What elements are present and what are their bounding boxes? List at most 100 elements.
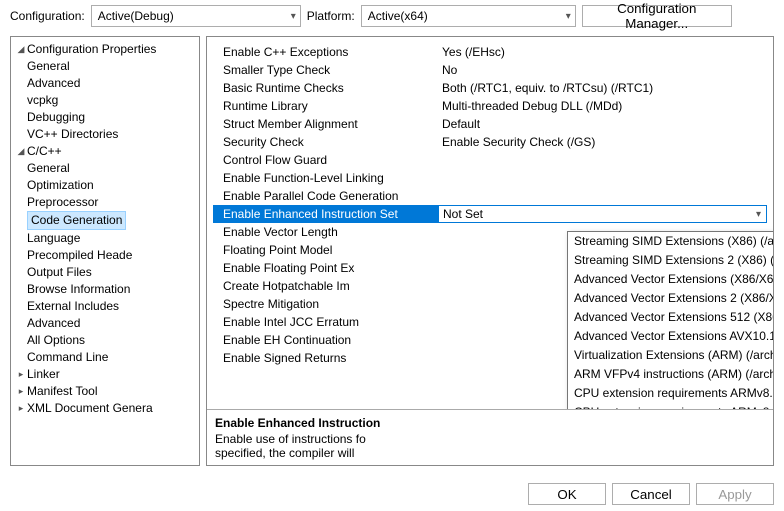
platform-value: Active(x64)	[368, 9, 428, 23]
chevron-down-icon: ◢	[15, 143, 27, 160]
tree-item-label: Language	[27, 230, 80, 247]
property-row[interactable]: Control Flow Guard	[213, 151, 767, 169]
tree-item-label: Command Line	[27, 349, 108, 366]
tree-item-label: General	[27, 160, 70, 177]
property-row[interactable]: Enable Function-Level Linking	[213, 169, 767, 187]
tree-item-label: Debugging	[27, 109, 85, 126]
tree-item-label: VC++ Directories	[27, 126, 118, 143]
tree-item[interactable]: ▸Linker	[11, 366, 199, 383]
tree-item[interactable]: ▸XML Document Genera	[11, 400, 199, 417]
property-pane: Enable C++ ExceptionsYes (/EHsc)Smaller …	[206, 36, 774, 466]
property-value[interactable]: Yes (/EHsc)	[438, 45, 767, 59]
tree-item[interactable]: Debugging	[11, 109, 199, 126]
property-row[interactable]: Basic Runtime ChecksBoth (/RTC1, equiv. …	[213, 79, 767, 97]
tree-item[interactable]: All Options	[11, 332, 199, 349]
chevron-down-icon: ▾	[291, 11, 296, 22]
property-name: Enable C++ Exceptions	[213, 45, 438, 59]
configuration-combo[interactable]: Active(Debug) ▾	[91, 5, 301, 27]
tree-item[interactable]: VC++ Directories	[11, 126, 199, 143]
tree-item[interactable]: Advanced	[11, 75, 199, 92]
tree-item[interactable]: Preprocessor	[11, 194, 199, 211]
chevron-right-icon: ▸	[15, 400, 27, 417]
property-value[interactable]: Default	[438, 117, 767, 131]
ok-button[interactable]: OK	[528, 483, 606, 505]
dropdown-option[interactable]: Advanced Vector Extensions AVX10.1 (X86/…	[568, 327, 773, 346]
tree-item-label: External Includes	[27, 298, 119, 315]
tree-item[interactable]: Language	[11, 230, 199, 247]
platform-label: Platform:	[307, 9, 355, 23]
platform-combo[interactable]: Active(x64) ▾	[361, 5, 576, 27]
tree-item-label: C/C++	[27, 143, 62, 160]
tree-item[interactable]: ▸Manifest Tool	[11, 383, 199, 400]
property-row[interactable]: Enable C++ ExceptionsYes (/EHsc)	[213, 43, 767, 61]
description-title: Enable Enhanced Instruction	[215, 416, 765, 430]
property-value[interactable]: Both (/RTC1, equiv. to /RTCsu) (/RTC1)	[438, 81, 767, 95]
tree-item-label: Preprocessor	[27, 194, 98, 211]
dropdown-option[interactable]: Streaming SIMD Extensions (X86) (/arch:S…	[568, 232, 773, 251]
chevron-down-icon: ▾	[566, 11, 571, 22]
property-name: Enable Floating Point Ex	[213, 261, 438, 275]
dropdown-option[interactable]: Advanced Vector Extensions 2 (X86/X64) (…	[568, 289, 773, 308]
dropdown-option[interactable]: CPU extension requirements ARMv8.0-A (AR…	[568, 384, 773, 403]
tree-item[interactable]: Advanced	[11, 315, 199, 332]
property-name: Enable Intel JCC Erratum	[213, 315, 438, 329]
configuration-manager-button[interactable]: Configuration Manager...	[582, 5, 732, 27]
dropdown-option[interactable]: ARM VFPv4 instructions (ARM) (/arch:VFPv…	[568, 365, 773, 384]
property-value[interactable]: Multi-threaded Debug DLL (/MDd)	[438, 99, 767, 113]
apply-button[interactable]: Apply	[696, 483, 774, 505]
property-row[interactable]: Enable Parallel Code Generation	[213, 187, 767, 205]
description-body2: specified, the compiler will	[215, 446, 765, 460]
property-row[interactable]: Struct Member AlignmentDefault	[213, 115, 767, 133]
tree-item[interactable]: Command Line	[11, 349, 199, 366]
property-name: Enable EH Continuation	[213, 333, 438, 347]
tree-item-label: Browse Information	[27, 281, 130, 298]
dropdown-option[interactable]: Advanced Vector Extensions (X86/X64) (/a…	[568, 270, 773, 289]
tree-root[interactable]: ◢Configuration Properties	[11, 41, 199, 58]
configuration-value: Active(Debug)	[98, 9, 174, 23]
tree-item-label: General	[27, 58, 70, 75]
chevron-right-icon: ▸	[15, 366, 27, 383]
chevron-down-icon: ▾	[753, 209, 764, 220]
tree-item[interactable]: Code Generation	[11, 211, 199, 230]
property-name: Enable Vector Length	[213, 225, 438, 239]
tree-item-label: Output Files	[27, 264, 92, 281]
instruction-set-dropdown[interactable]: Streaming SIMD Extensions (X86) (/arch:S…	[567, 231, 773, 409]
property-row[interactable]: Security CheckEnable Security Check (/GS…	[213, 133, 767, 151]
property-name: Enable Parallel Code Generation	[213, 189, 438, 203]
tree-item[interactable]: Output Files	[11, 264, 199, 281]
property-name: Smaller Type Check	[213, 63, 438, 77]
tree-item-label: vcpkg	[27, 92, 58, 109]
property-name: Create Hotpatchable Im	[213, 279, 438, 293]
tree-item[interactable]: Precompiled Heade	[11, 247, 199, 264]
property-row[interactable]: Enable Enhanced Instruction SetNot Set▾	[213, 205, 767, 223]
property-name: Struct Member Alignment	[213, 117, 438, 131]
configuration-label: Configuration:	[10, 9, 85, 23]
tree-item[interactable]: vcpkg	[11, 92, 199, 109]
tree-item[interactable]: General	[11, 160, 199, 177]
property-value[interactable]: Enable Security Check (/GS)	[438, 135, 767, 149]
property-row[interactable]: Smaller Type CheckNo	[213, 61, 767, 79]
chevron-right-icon: ▸	[15, 383, 27, 400]
property-row[interactable]: Runtime LibraryMulti-threaded Debug DLL …	[213, 97, 767, 115]
property-name: Security Check	[213, 135, 438, 149]
tree-item-label: Precompiled Heade	[27, 247, 132, 264]
tree-cc[interactable]: ◢C/C++	[11, 143, 199, 160]
dropdown-option[interactable]: Advanced Vector Extensions 512 (X86/X64)…	[568, 308, 773, 327]
property-value[interactable]: Not Set▾	[438, 205, 767, 223]
dropdown-option[interactable]: Virtualization Extensions (ARM) (/arch:A…	[568, 346, 773, 365]
dropdown-option[interactable]: CPU extension requirements ARMv8.1-A (AR…	[568, 403, 773, 409]
tree-item[interactable]: External Includes	[11, 298, 199, 315]
tree-item-label: Configuration Properties	[27, 41, 156, 58]
tree-item[interactable]: General	[11, 58, 199, 75]
cancel-button[interactable]: Cancel	[612, 483, 690, 505]
property-grid: Enable C++ ExceptionsYes (/EHsc)Smaller …	[207, 37, 773, 409]
tree-item[interactable]: Optimization	[11, 177, 199, 194]
tree-pane: ◢Configuration PropertiesGeneralAdvanced…	[10, 36, 200, 466]
property-name: Enable Signed Returns	[213, 351, 438, 365]
description-body: Enable use of instructions fo	[215, 432, 765, 446]
tree-item-label: Code Generation	[27, 211, 126, 230]
dropdown-option[interactable]: Streaming SIMD Extensions 2 (X86) (/arch…	[568, 251, 773, 270]
property-value[interactable]: No	[438, 63, 767, 77]
config-tree[interactable]: ◢Configuration PropertiesGeneralAdvanced…	[11, 37, 199, 421]
tree-item[interactable]: Browse Information	[11, 281, 199, 298]
